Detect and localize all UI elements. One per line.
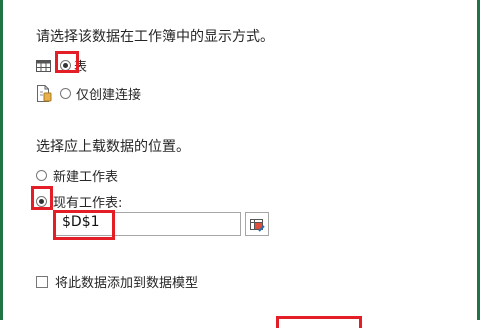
location-heading: 选择应上载数据的位置。	[36, 139, 190, 155]
connection-only-radio[interactable]	[60, 88, 71, 99]
connection-only-icon	[36, 85, 52, 102]
range-select-icon	[250, 217, 265, 236]
cell-reference-highlight	[53, 210, 115, 240]
new-worksheet-radio[interactable]	[36, 170, 47, 181]
dialog-left-border	[0, 0, 3, 320]
display-option-connection-only[interactable]: 仅创建连接	[36, 84, 141, 103]
existing-worksheet-radio-highlight	[31, 186, 53, 210]
existing-worksheet-label: 现有工作表:	[53, 196, 123, 211]
new-worksheet-label: 新建工作表	[53, 170, 119, 185]
range-select-button[interactable]	[245, 212, 269, 236]
display-heading: 请选择该数据在工作簿中的显示方式。	[36, 29, 274, 45]
ok-button[interactable]	[276, 316, 362, 328]
add-to-data-model-label: 将此数据添加到数据模型	[55, 276, 199, 291]
table-radio-highlight	[55, 51, 79, 73]
location-option-new-worksheet[interactable]: 新建工作表	[36, 166, 118, 185]
table-icon	[36, 59, 51, 72]
add-to-data-model-checkbox[interactable]	[36, 275, 48, 288]
add-to-data-model-option[interactable]: 将此数据添加到数据模型	[36, 272, 198, 291]
connection-only-label: 仅创建连接	[76, 88, 142, 103]
